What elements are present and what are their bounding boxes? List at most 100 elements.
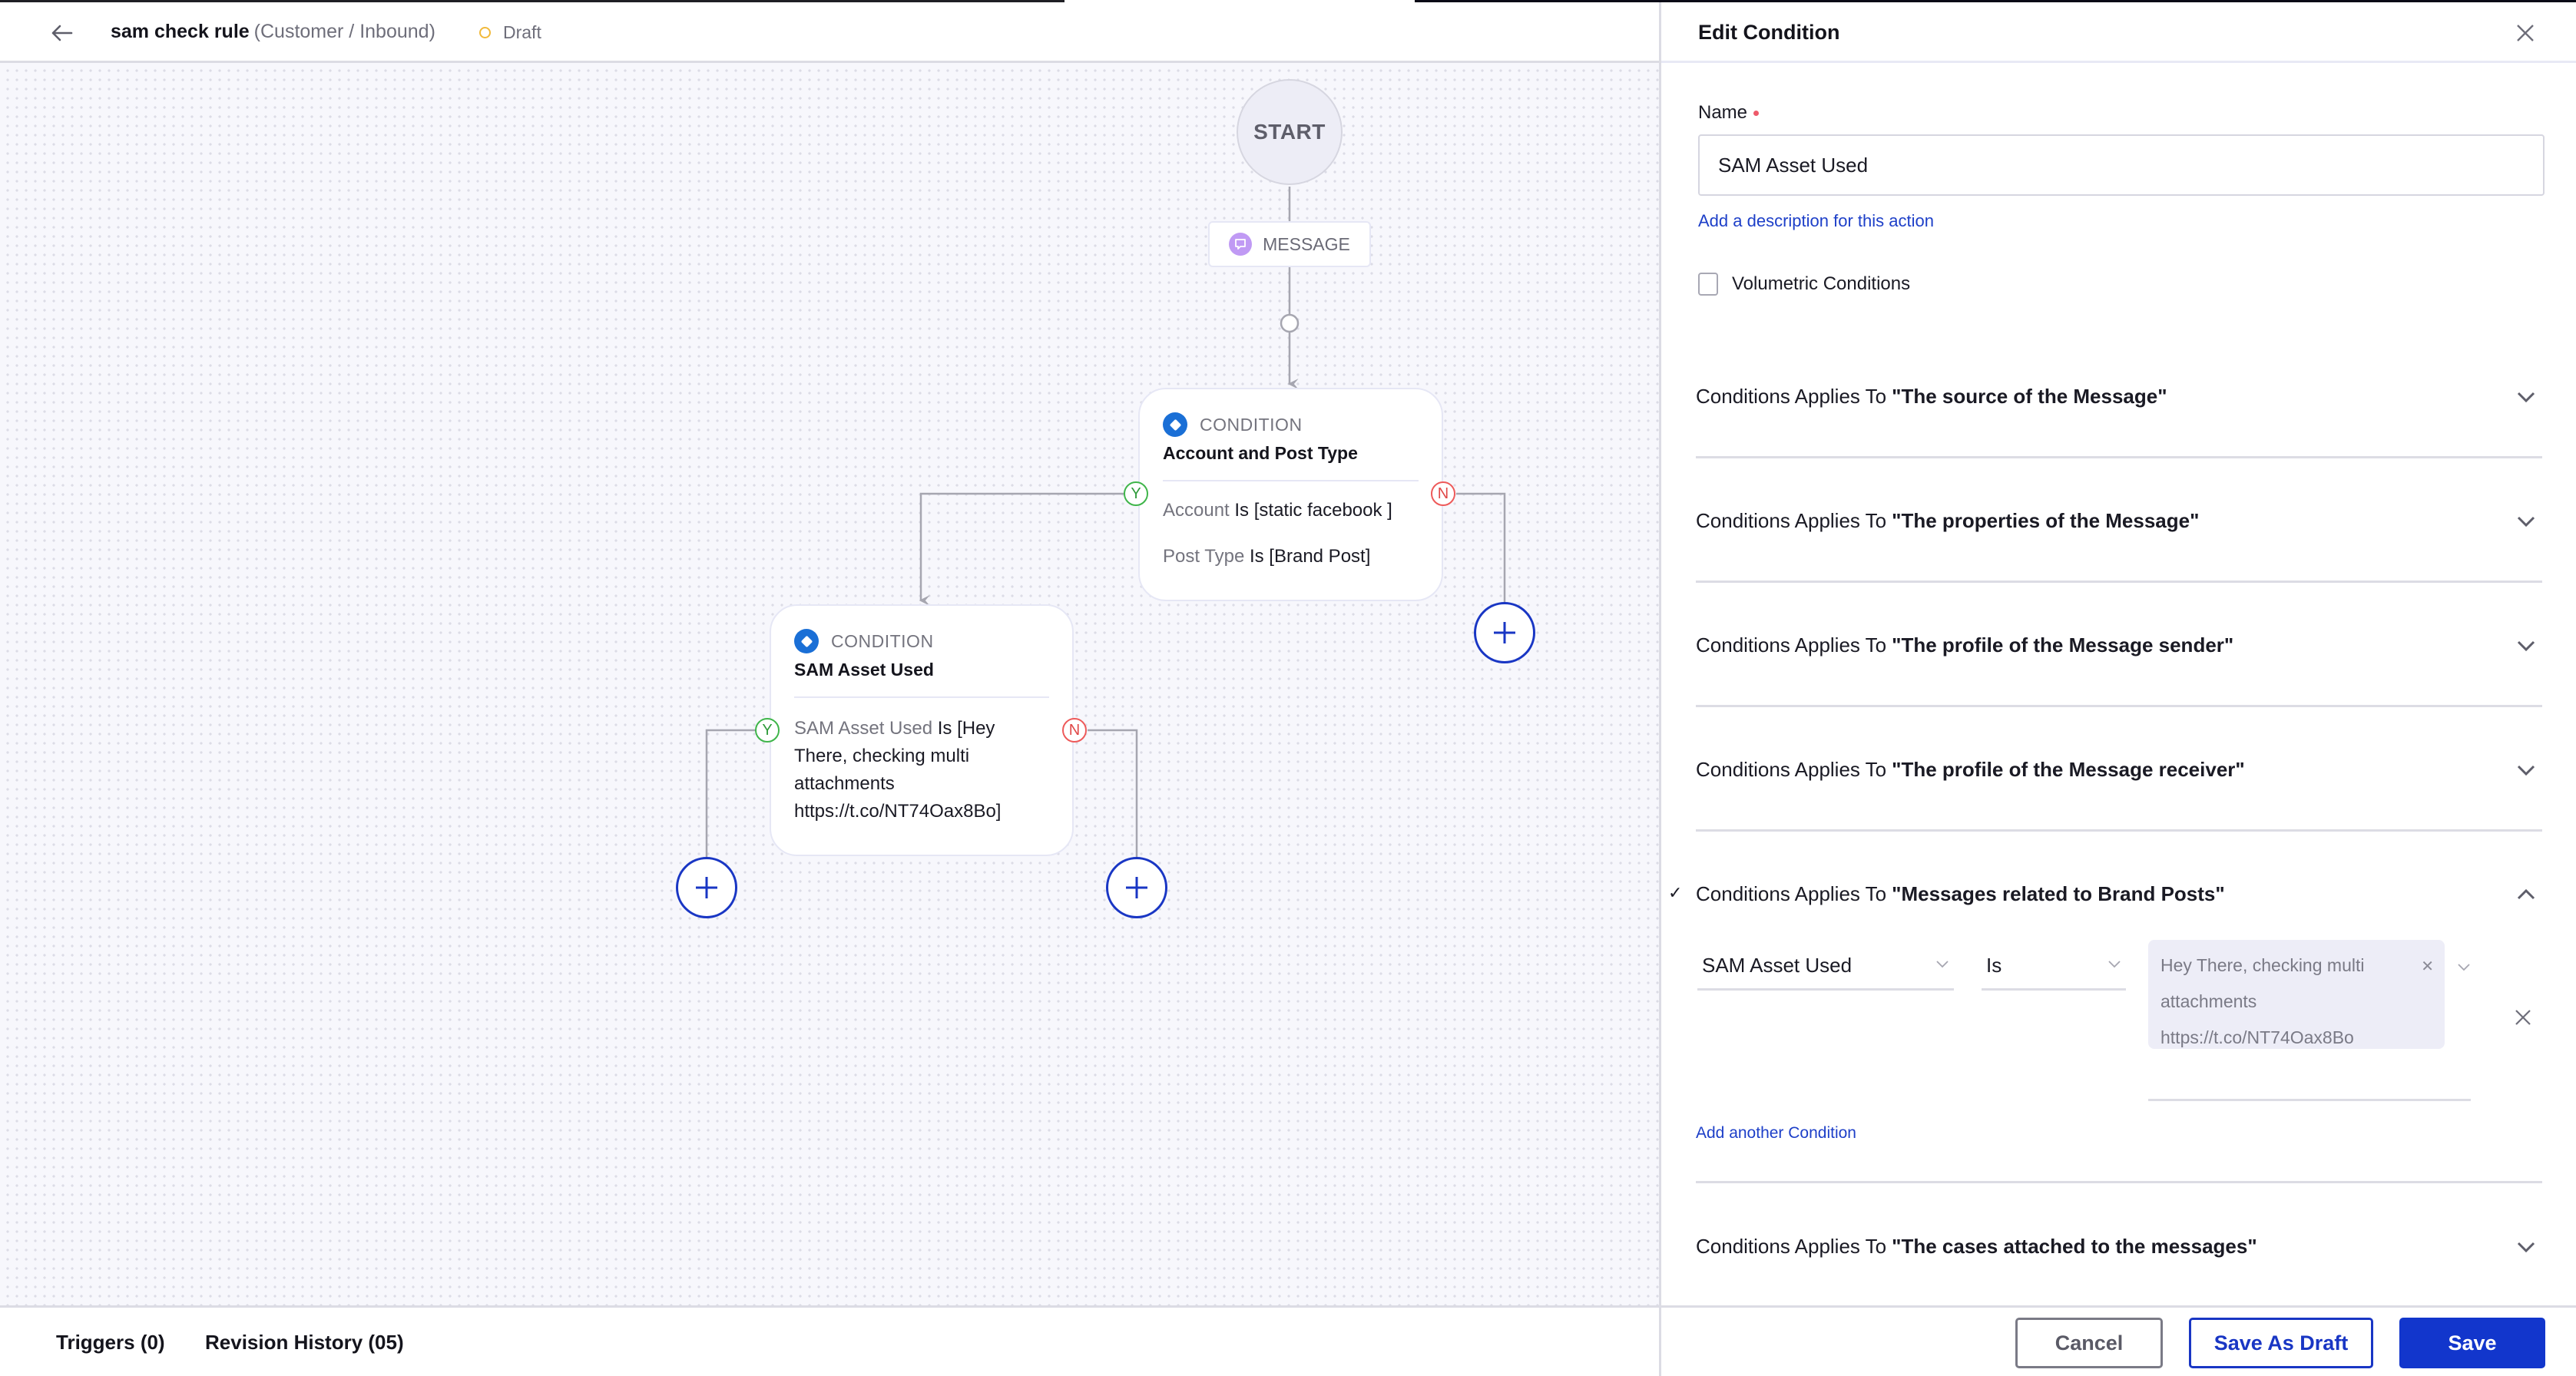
condition-operator-select[interactable]: Is [1982, 943, 2126, 991]
name-label: Name [1698, 102, 1760, 124]
section-prefix: Conditions Applies To [1696, 757, 1887, 781]
start-node: START [1237, 79, 1343, 185]
condition-operator-value: Is [1986, 954, 2002, 977]
section-header[interactable]: Conditions Applies To "The cases attached… [1696, 1231, 2542, 1262]
edge-cond2-no [1088, 729, 1138, 857]
condition-name: SAM Asset Used [794, 660, 934, 680]
remove-chip-icon[interactable]: ✕ [2421, 949, 2434, 985]
section-prefix: Conditions Applies To [1696, 633, 1887, 657]
flow-canvas[interactable]: START MESSAGE CONDITION Account and Post… [0, 63, 1659, 1305]
add-node-button[interactable] [1106, 857, 1167, 918]
checkmark-icon: ✓ [1668, 883, 1683, 902]
required-indicator-icon [1753, 111, 1760, 117]
arrow-left-icon [51, 25, 73, 41]
volumetric-checkbox[interactable] [1698, 273, 1718, 296]
chip-text-line: https://t.co/NT74Oax8Bo [2160, 1027, 2354, 1047]
value-chip: Hey There, checking multi attachments ht… [2148, 940, 2445, 1049]
cancel-button[interactable]: Cancel [2015, 1318, 2163, 1368]
section-header[interactable]: Conditions Applies To "The profile of the… [1696, 630, 2542, 660]
panel-footer-divider [1659, 1305, 2576, 1308]
section-title: "The source of the Message" [1892, 384, 2167, 408]
condition-name: Account and Post Type [1163, 443, 1358, 463]
section-title: "The cases attached to the messages" [1892, 1234, 2257, 1258]
section-divider [1696, 456, 2542, 458]
add-node-button[interactable] [676, 857, 737, 918]
close-icon [2515, 1010, 2531, 1025]
message-node-label: MESSAGE [1263, 233, 1350, 254]
chevron-down-icon [2517, 516, 2535, 528]
condition-node-account-post-type[interactable]: CONDITION Account and Post Type Account … [1138, 388, 1443, 601]
status-label: Draft [503, 22, 541, 42]
condition-name-input[interactable] [1698, 134, 2545, 196]
chip-text-line: Hey There, checking multi [2160, 955, 2365, 975]
condition-field-select[interactable]: SAM Asset Used [1697, 943, 1954, 991]
condition-node-sam-asset-used[interactable]: CONDITION SAM Asset Used SAM Asset Used … [770, 604, 1074, 856]
save-button[interactable]: Save [2399, 1318, 2545, 1368]
chevron-down-icon [2517, 1242, 2535, 1253]
message-node[interactable]: MESSAGE [1208, 221, 1371, 267]
add-node-button[interactable] [1474, 602, 1535, 663]
edge-cond1-no [1456, 492, 1506, 602]
section-title: "The properties of the Message" [1892, 508, 2200, 532]
chevron-down-icon [2517, 765, 2535, 776]
add-another-condition-link[interactable]: Add another Condition [1696, 1124, 1856, 1143]
section-prefix: Conditions Applies To [1696, 384, 1887, 408]
tab-revision-history[interactable]: Revision History (05) [205, 1331, 404, 1354]
yes-branch-badge[interactable]: Y [1124, 481, 1148, 506]
rule-title: sam check rule (Customer / Inbound) [111, 21, 435, 43]
section-title: "Messages related to Brand Posts" [1892, 882, 2225, 905]
section-header[interactable]: Conditions Applies To "The profile of the… [1696, 754, 2542, 785]
condition-value-select[interactable]: Hey There, checking multi attachments ht… [2148, 940, 2471, 1101]
section-prefix: Conditions Applies To [1696, 882, 1887, 905]
rule-key: Post Type [1163, 546, 1245, 567]
section-header[interactable]: Conditions Applies To "Messages related t… [1696, 878, 2542, 909]
chevron-down-icon [1936, 961, 1949, 968]
bottom-bar: Triggers (0) Revision History (05) [0, 1305, 1659, 1376]
panel-header: Edit Condition [1661, 2, 2576, 63]
chevron-up-icon [2517, 888, 2535, 900]
condition-type: CONDITION [794, 629, 934, 653]
tab-triggers[interactable]: Triggers (0) [56, 1331, 165, 1354]
section-header[interactable]: Conditions Applies To "The properties of … [1696, 505, 2542, 536]
message-icon [1229, 233, 1253, 256]
rule-key: SAM Asset Used [794, 718, 933, 739]
section-divider [1696, 1181, 2542, 1183]
add-description-link[interactable]: Add a description for this action [1698, 211, 1934, 231]
status-badge: Draft [479, 22, 541, 43]
no-branch-badge[interactable]: N [1062, 718, 1087, 743]
section-divider [1696, 580, 2542, 583]
chevron-down-icon [2517, 640, 2535, 652]
rule-workspace: sam check rule (Customer / Inbound) Draft [0, 0, 1659, 1376]
name-label-text: Name [1698, 102, 1748, 123]
close-panel-button[interactable] [2511, 19, 2539, 47]
panel-title: Edit Condition [1698, 21, 1840, 44]
condition-rule: SAM Asset Used Is [Hey There, checking m… [794, 715, 1049, 825]
condition-field-value: SAM Asset Used [1702, 954, 1853, 977]
chevron-down-icon [2108, 961, 2121, 968]
condition-rule: Account Is [static facebook ] [1163, 497, 1419, 524]
section-prefix: Conditions Applies To [1696, 508, 1887, 532]
volumetric-label: Volumetric Conditions [1732, 273, 1911, 294]
back-button[interactable] [48, 19, 75, 47]
rule-value: Is [Brand Post] [1249, 546, 1371, 567]
section-title: "The profile of the Message sender" [1892, 633, 2234, 657]
condition-divider [1163, 480, 1419, 481]
status-dot-icon [479, 27, 491, 38]
chevron-down-icon [2458, 964, 2470, 971]
condition-divider [794, 696, 1049, 698]
no-branch-badge[interactable]: N [1431, 481, 1455, 506]
condition-rule: Post Type Is [Brand Post] [1163, 543, 1419, 571]
edge-connector-dot[interactable] [1280, 313, 1300, 333]
save-as-draft-button[interactable]: Save As Draft [2189, 1318, 2373, 1368]
chevron-down-icon [2517, 392, 2535, 403]
edge-cond1-yes [919, 492, 1124, 606]
rule-context: (Customer / Inbound) [253, 21, 435, 42]
plus-icon [1126, 877, 1147, 898]
rule-name: sam check rule [111, 21, 250, 42]
section-header[interactable]: Conditions Applies To "The source of the … [1696, 381, 2542, 412]
close-icon [2517, 25, 2534, 41]
volumetric-conditions-toggle[interactable]: Volumetric Conditions [1698, 273, 1910, 296]
yes-branch-badge[interactable]: Y [755, 718, 780, 743]
condition-type: CONDITION [1163, 412, 1303, 437]
remove-condition-button[interactable] [2511, 1006, 2535, 1029]
